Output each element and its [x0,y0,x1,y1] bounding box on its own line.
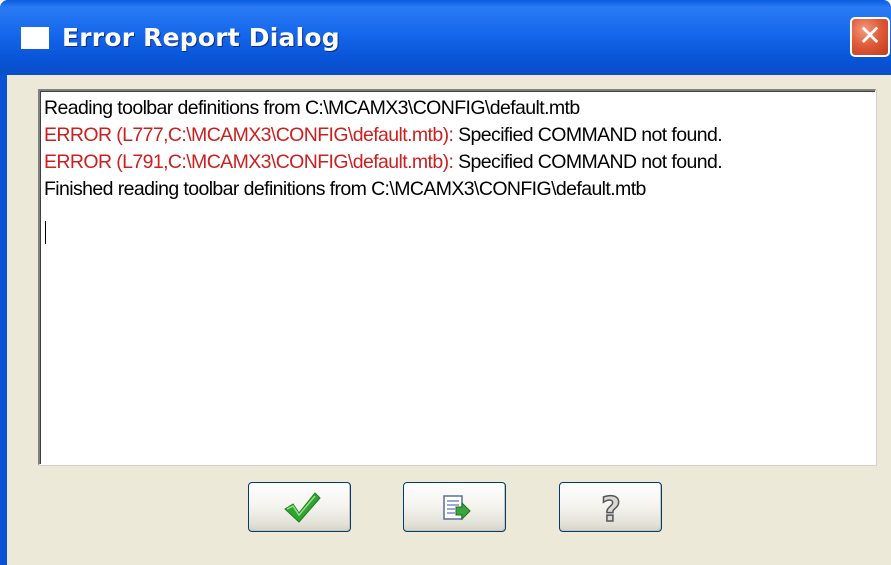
help-button[interactable]: ? [559,482,662,532]
log-line: ERROR (L791,C:\MCAMX3\CONFIG\default.mtb… [44,149,875,176]
error-log-textbox[interactable]: Reading toolbar definitions from C:\MCAM… [38,89,876,465]
close-button[interactable]: ✕ [850,17,890,57]
log-line: ERROR (L777,C:\MCAMX3\CONFIG\default.mtb… [44,122,875,149]
log-line: Reading toolbar definitions from C:\MCAM… [44,95,875,122]
log-line-error-prefix: ERROR (L791,C:\MCAMX3\CONFIG\default.mtb… [44,151,454,173]
title-bar[interactable]: Error Report Dialog ✕ [0,0,891,75]
log-line-text: Specified COMMAND not found. [453,124,723,146]
log-line-text: Finished reading toolbar definitions fro… [44,178,646,200]
log-line-text: Reading toolbar definitions from C:\MCAM… [44,97,580,119]
checkmark-icon [284,492,321,523]
log-line-error-prefix: ERROR (L777,C:\MCAMX3\CONFIG\default.mtb… [44,124,454,146]
question-mark-icon: ? [600,489,621,531]
log-line: Finished reading toolbar definitions fro… [44,176,875,203]
dialog-body: Reading toolbar definitions from C:\MCAM… [7,75,891,565]
export-document-icon [443,495,471,521]
window-title: Error Report Dialog [62,23,340,52]
export-button[interactable] [403,482,506,532]
log-line-text: Specified COMMAND not found. [453,151,723,173]
text-caret [45,221,46,244]
error-report-dialog: Error Report Dialog ✕ Reading toolbar de… [0,0,891,565]
ok-button[interactable] [248,482,351,532]
window-icon [21,27,49,49]
svg-text:?: ? [601,490,621,530]
